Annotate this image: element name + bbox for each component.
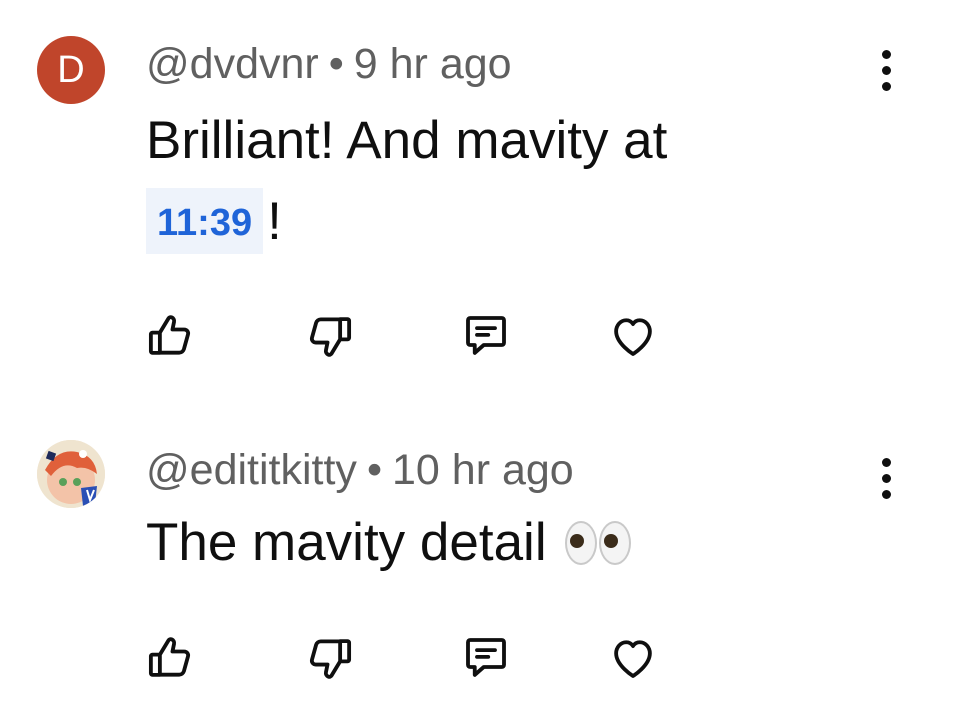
comment: D @dvdvnr • 9 hr ago Brilliant! And mavity… bbox=[0, 0, 959, 400]
like-icon bbox=[148, 315, 191, 355]
username[interactable]: @dvdvnr bbox=[146, 40, 319, 88]
avatar[interactable]: D bbox=[37, 36, 105, 104]
avatar-letter: D bbox=[57, 49, 85, 91]
heart-button[interactable] bbox=[603, 628, 663, 688]
comment-text-line2: 11:39! bbox=[146, 188, 282, 254]
reply-button[interactable] bbox=[456, 306, 516, 366]
comment-text: The mavity detail bbox=[146, 513, 547, 572]
comment-text: Brilliant! And mavity at bbox=[146, 111, 668, 170]
like-icon bbox=[148, 637, 191, 677]
comment-meta: @edititkitty • 10 hr ago bbox=[146, 446, 574, 495]
eyes-emoji bbox=[564, 520, 631, 565]
comment-text-tail: ! bbox=[267, 191, 282, 251]
dislike-icon bbox=[309, 317, 352, 357]
dislike-button[interactable] bbox=[300, 628, 360, 688]
username[interactable]: @edititkitty bbox=[146, 446, 357, 494]
comment-meta: @dvdvnr • 9 hr ago bbox=[146, 40, 512, 89]
separator: • bbox=[328, 40, 344, 88]
avatar-illustration bbox=[37, 440, 105, 508]
like-button[interactable] bbox=[140, 628, 200, 688]
reply-icon bbox=[466, 316, 506, 355]
more-vertical-icon[interactable] bbox=[868, 40, 904, 100]
comment-time[interactable]: 9 hr ago bbox=[354, 40, 512, 88]
heart-icon bbox=[614, 318, 652, 356]
avatar[interactable] bbox=[37, 440, 105, 508]
like-button[interactable] bbox=[140, 306, 200, 366]
comment-text-row: The mavity detail bbox=[146, 512, 631, 573]
dislike-button[interactable] bbox=[300, 306, 360, 366]
heart-button[interactable] bbox=[603, 306, 663, 366]
heart-icon bbox=[614, 640, 652, 678]
comment-time[interactable]: 10 hr ago bbox=[392, 446, 574, 494]
timestamp-link[interactable]: 11:39 bbox=[146, 188, 264, 254]
more-vertical-icon[interactable] bbox=[868, 448, 904, 508]
comment: @edititkitty • 10 hr ago The mavity detail bbox=[0, 400, 959, 725]
reply-icon bbox=[466, 638, 506, 677]
reply-button[interactable] bbox=[456, 628, 516, 688]
dislike-icon bbox=[309, 639, 352, 679]
separator: • bbox=[366, 446, 382, 494]
